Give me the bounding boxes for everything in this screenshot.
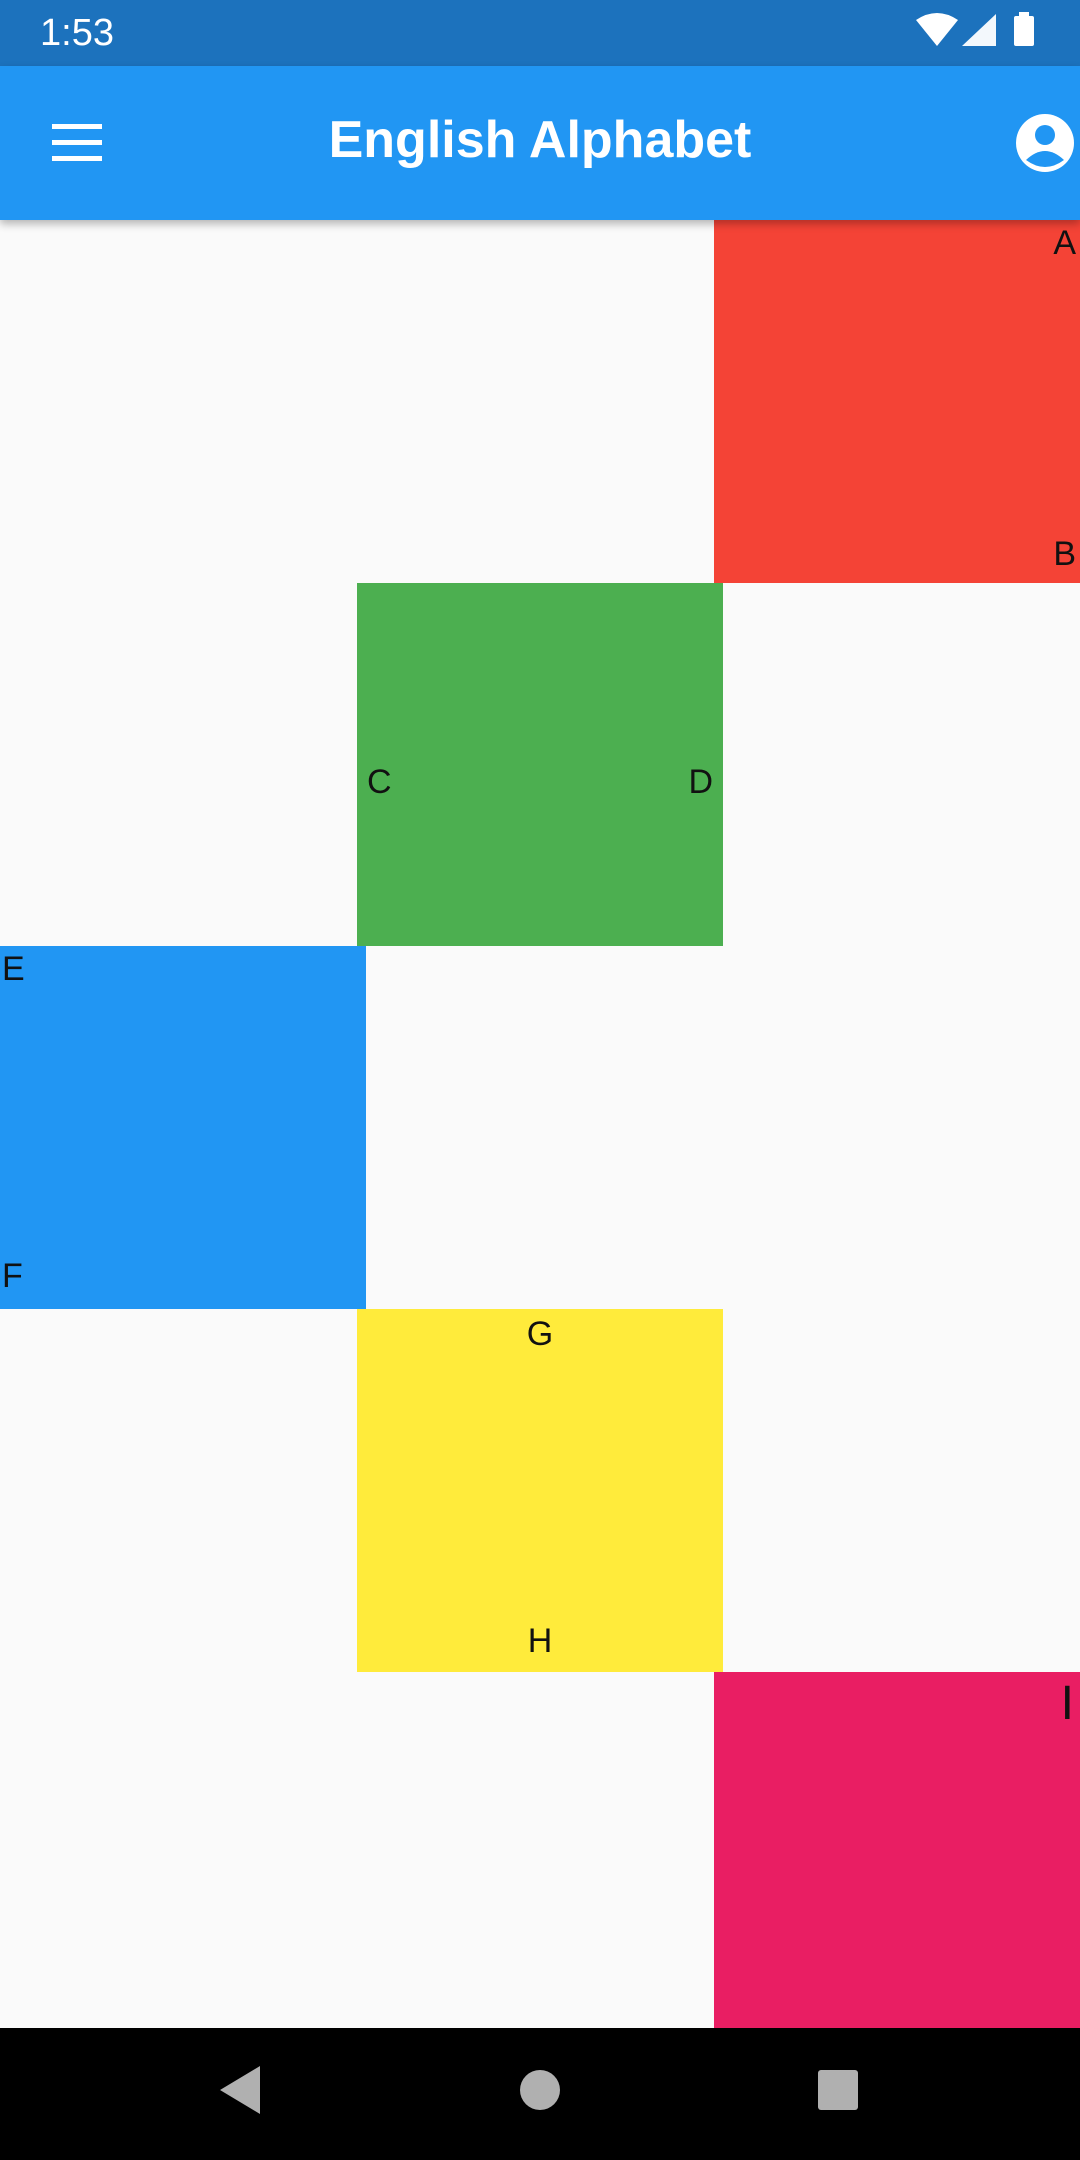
letter-d: D xyxy=(688,763,713,801)
letter-e: E xyxy=(2,950,25,988)
alphabet-grid: A B C D E F G H I xyxy=(0,220,1080,2028)
letter-b: B xyxy=(1053,535,1076,573)
app-bar: English Alphabet xyxy=(0,66,1080,220)
tile-ab: A B xyxy=(714,220,1080,583)
tile-ef: E F xyxy=(0,946,366,1309)
battery-icon xyxy=(1014,16,1034,46)
letter-a: A xyxy=(1053,224,1076,262)
letter-c: C xyxy=(367,763,392,801)
tile-cd: C D xyxy=(357,583,723,946)
recents-icon[interactable] xyxy=(816,2064,860,2116)
tile-gh: G H xyxy=(357,1309,723,1672)
account-circle-icon[interactable] xyxy=(1014,112,1076,174)
wifi-icon xyxy=(916,13,958,46)
tile-i: I xyxy=(714,1672,1080,2028)
letter-i: I xyxy=(1060,1677,1074,1730)
status-bar: 1:53 xyxy=(0,0,1080,66)
letter-f: F xyxy=(2,1257,23,1295)
letter-g: G xyxy=(526,1315,554,1353)
navigation-bar xyxy=(0,2028,1080,2160)
status-time: 1:53 xyxy=(40,12,114,54)
page-title: English Alphabet xyxy=(328,111,752,169)
status-icons xyxy=(916,12,1034,46)
back-icon[interactable] xyxy=(218,2064,264,2116)
letter-h: H xyxy=(527,1622,553,1660)
home-icon[interactable] xyxy=(519,2064,561,2116)
cell-signal-icon xyxy=(962,14,996,46)
